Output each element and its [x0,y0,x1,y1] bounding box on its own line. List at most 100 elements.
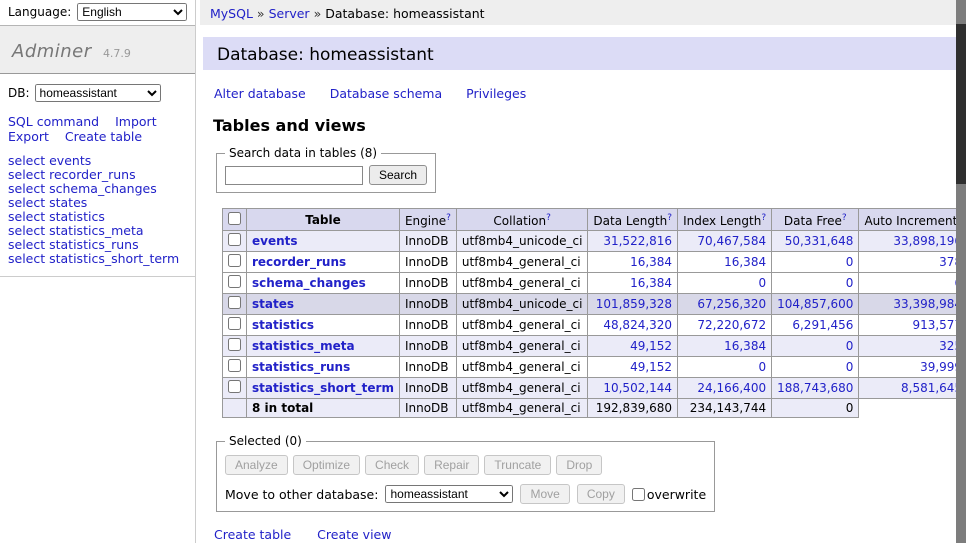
total-empty-cell [859,399,966,418]
index-length-link[interactable]: 70,467,584 [697,234,766,248]
page: Language: English Adminer 4.7.9 DB: home… [0,0,966,543]
data-length-link[interactable]: 10,502,144 [603,381,672,395]
engine-cell: InnoDB [399,252,456,273]
create-links: Create table Create view [214,527,966,542]
sidebar-item-states[interactable]: select states [8,195,87,210]
table-name-link[interactable]: recorder_runs [252,255,346,269]
sidebar-item-schema-changes[interactable]: select schema_changes [8,181,157,196]
row-checkbox[interactable] [228,275,241,288]
table-name-link[interactable]: statistics [252,318,314,332]
auto-increment-link[interactable]: 33,898,196 [893,234,962,248]
index-length-link[interactable]: 72,220,672 [697,318,766,332]
breadcrumb-mysql-link[interactable]: MySQL [210,6,253,21]
table-name-link[interactable]: statistics_runs [252,360,350,374]
app-name[interactable]: Adminer [12,41,92,62]
data-length-link[interactable]: 101,859,328 [596,297,672,311]
sidebar-item-recorder-runs[interactable]: select recorder_runs [8,167,136,182]
content: Alter databaseDatabase schemaPrivileges … [212,86,966,543]
data-length-link[interactable]: 16,384 [630,276,672,290]
data-length-link[interactable]: 48,824,320 [603,318,672,332]
auto-increment-link[interactable]: 8,581,645 [901,381,962,395]
index-length-link[interactable]: 0 [758,276,766,290]
table-row: events InnoDB utf8mb4_unicode_ci 31,522,… [223,231,966,252]
breadcrumb-server-link[interactable]: Server [269,6,310,21]
alter-database-link[interactable]: Alter database [214,86,306,101]
move-database-select[interactable]: homeassistant [385,485,513,503]
engine-cell: InnoDB [399,336,456,357]
create-table-link[interactable]: Create table [214,527,291,542]
row-checkbox[interactable] [228,380,241,393]
data-free-link[interactable]: 0 [846,276,854,290]
help-link[interactable]: ? [761,213,766,223]
row-checkbox-cell [223,252,247,273]
breadcrumb-current: Database: homeassistant [325,6,484,21]
data-length-link[interactable]: 31,522,816 [603,234,672,248]
row-checkbox[interactable] [228,233,241,246]
auto-increment-link[interactable]: 913,577 [912,318,962,332]
search-button[interactable]: Search [369,165,427,185]
index-length-cell: 16,384 [678,336,772,357]
table-row: states InnoDB utf8mb4_unicode_ci 101,859… [223,294,966,315]
table-name-link[interactable]: states [252,297,294,311]
engine-cell: InnoDB [399,378,456,399]
sidebar-item-statistics-short-term[interactable]: select statistics_short_term [8,251,179,266]
create-view-link[interactable]: Create view [317,527,391,542]
sidebar-item-statistics-meta[interactable]: select statistics_meta [8,223,144,238]
language-select[interactable]: English [77,3,187,21]
db-select[interactable]: homeassistant [35,84,161,102]
scrollbar[interactable] [956,0,966,543]
language-row: Language: English [0,0,195,26]
total-index-length-cell: 234,143,744 [678,399,772,418]
auto-increment-cell: 325 [859,336,966,357]
search-input[interactable] [225,166,363,185]
select-all-checkbox[interactable] [228,212,241,225]
row-checkbox[interactable] [228,317,241,330]
import-link[interactable]: Import [115,114,157,129]
help-link[interactable]: ? [667,213,672,223]
data-free-link[interactable]: 104,857,600 [777,297,853,311]
search-fieldset: Search data in tables (8) Search [216,146,436,193]
breadcrumb-separator: » [314,6,322,21]
table-name-link[interactable]: statistics_short_term [252,381,394,395]
sidebar-item-events[interactable]: select events [8,153,91,168]
data-length-link[interactable]: 49,152 [630,360,672,374]
index-length-link[interactable]: 16,384 [724,255,766,269]
app-version: 4.7.9 [103,47,131,60]
privileges-link[interactable]: Privileges [466,86,526,101]
table-name-link[interactable]: events [252,234,298,248]
data-free-link[interactable]: 188,743,680 [777,381,853,395]
index-length-link[interactable]: 24,166,400 [697,381,766,395]
help-link[interactable]: ? [446,213,451,223]
sql-command-link[interactable]: SQL command [8,114,99,129]
data-free-link[interactable]: 6,291,456 [792,318,853,332]
index-length-link[interactable]: 67,256,320 [697,297,766,311]
data-length-link[interactable]: 49,152 [630,339,672,353]
sidebar-item-statistics-runs[interactable]: select statistics_runs [8,237,139,252]
index-length-link[interactable]: 16,384 [724,339,766,353]
table-name-link[interactable]: statistics_meta [252,339,355,353]
overwrite-checkbox[interactable] [632,488,645,501]
database-schema-link[interactable]: Database schema [330,86,442,101]
export-link[interactable]: Export [8,129,49,144]
index-length-link[interactable]: 0 [758,360,766,374]
table-name-link[interactable]: schema_changes [252,276,366,290]
scrollbar-thumb[interactable] [956,24,966,184]
data-free-link[interactable]: 0 [846,339,854,353]
row-checkbox[interactable] [228,338,241,351]
row-checkbox[interactable] [228,254,241,267]
data-length-link[interactable]: 16,384 [630,255,672,269]
auto-increment-link[interactable]: 33,398,984 [893,297,962,311]
help-link[interactable]: ? [842,213,847,223]
collation-cell: utf8mb4_unicode_ci [456,231,588,252]
row-checkbox-cell [223,231,247,252]
data-free-link[interactable]: 0 [846,360,854,374]
row-checkbox[interactable] [228,296,241,309]
data-free-link[interactable]: 0 [846,255,854,269]
row-checkbox[interactable] [228,359,241,372]
auto-increment-cell: 39,999 [859,357,966,378]
create-table-sidebar-link[interactable]: Create table [65,129,142,144]
help-link[interactable]: ? [546,213,551,223]
data-free-link[interactable]: 50,331,648 [785,234,854,248]
sidebar-item-statistics[interactable]: select statistics [8,209,105,224]
index-length-cell: 0 [678,273,772,294]
